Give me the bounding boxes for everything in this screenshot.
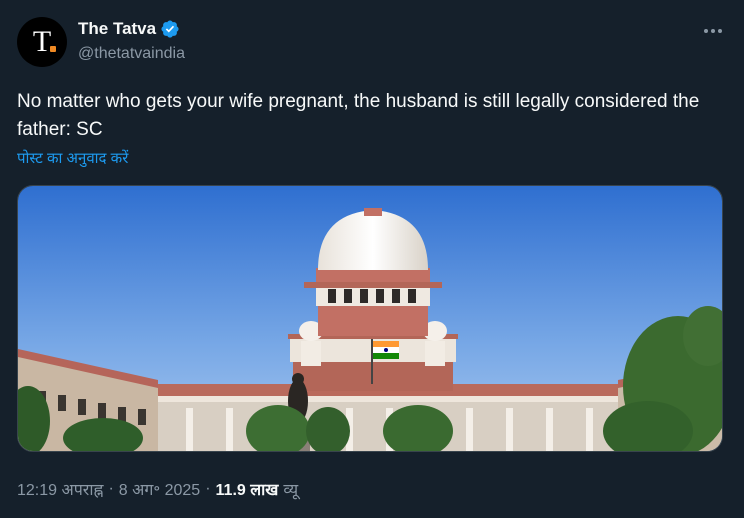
tweet-media-image[interactable] [17, 185, 723, 452]
tweet-text: No matter who gets your wife pregnant, t… [17, 91, 700, 140]
more-options-icon [704, 29, 722, 33]
avatar-logo-letter: T [32, 25, 52, 58]
meta-separator-2: · [205, 480, 211, 497]
views-label: व्यू [283, 482, 299, 499]
more-options-button[interactable] [700, 18, 726, 44]
translate-post-link[interactable]: पोस्ट का अनुवाद करें [17, 148, 128, 168]
author-name-row: The Tatva [78, 19, 180, 39]
tweet-date[interactable]: 8 अग॰ 2025 [119, 478, 200, 500]
tweet-meta: 12:19 अपराह्न · 8 अग॰ 2025 · 11.9 लाख व्… [17, 478, 298, 500]
tweet-time[interactable]: 12:19 अपराह्न [17, 478, 103, 500]
author-display-name[interactable]: The Tatva [78, 19, 156, 39]
avatar-logo-dot [50, 46, 56, 52]
avatar[interactable]: T [17, 17, 67, 67]
meta-separator: · [108, 480, 114, 497]
verified-badge-icon [161, 20, 179, 38]
views-count: 11.9 लाख [215, 482, 279, 499]
author-handle[interactable]: @thetatvaindia [78, 45, 185, 63]
supreme-court-photo [18, 186, 722, 451]
